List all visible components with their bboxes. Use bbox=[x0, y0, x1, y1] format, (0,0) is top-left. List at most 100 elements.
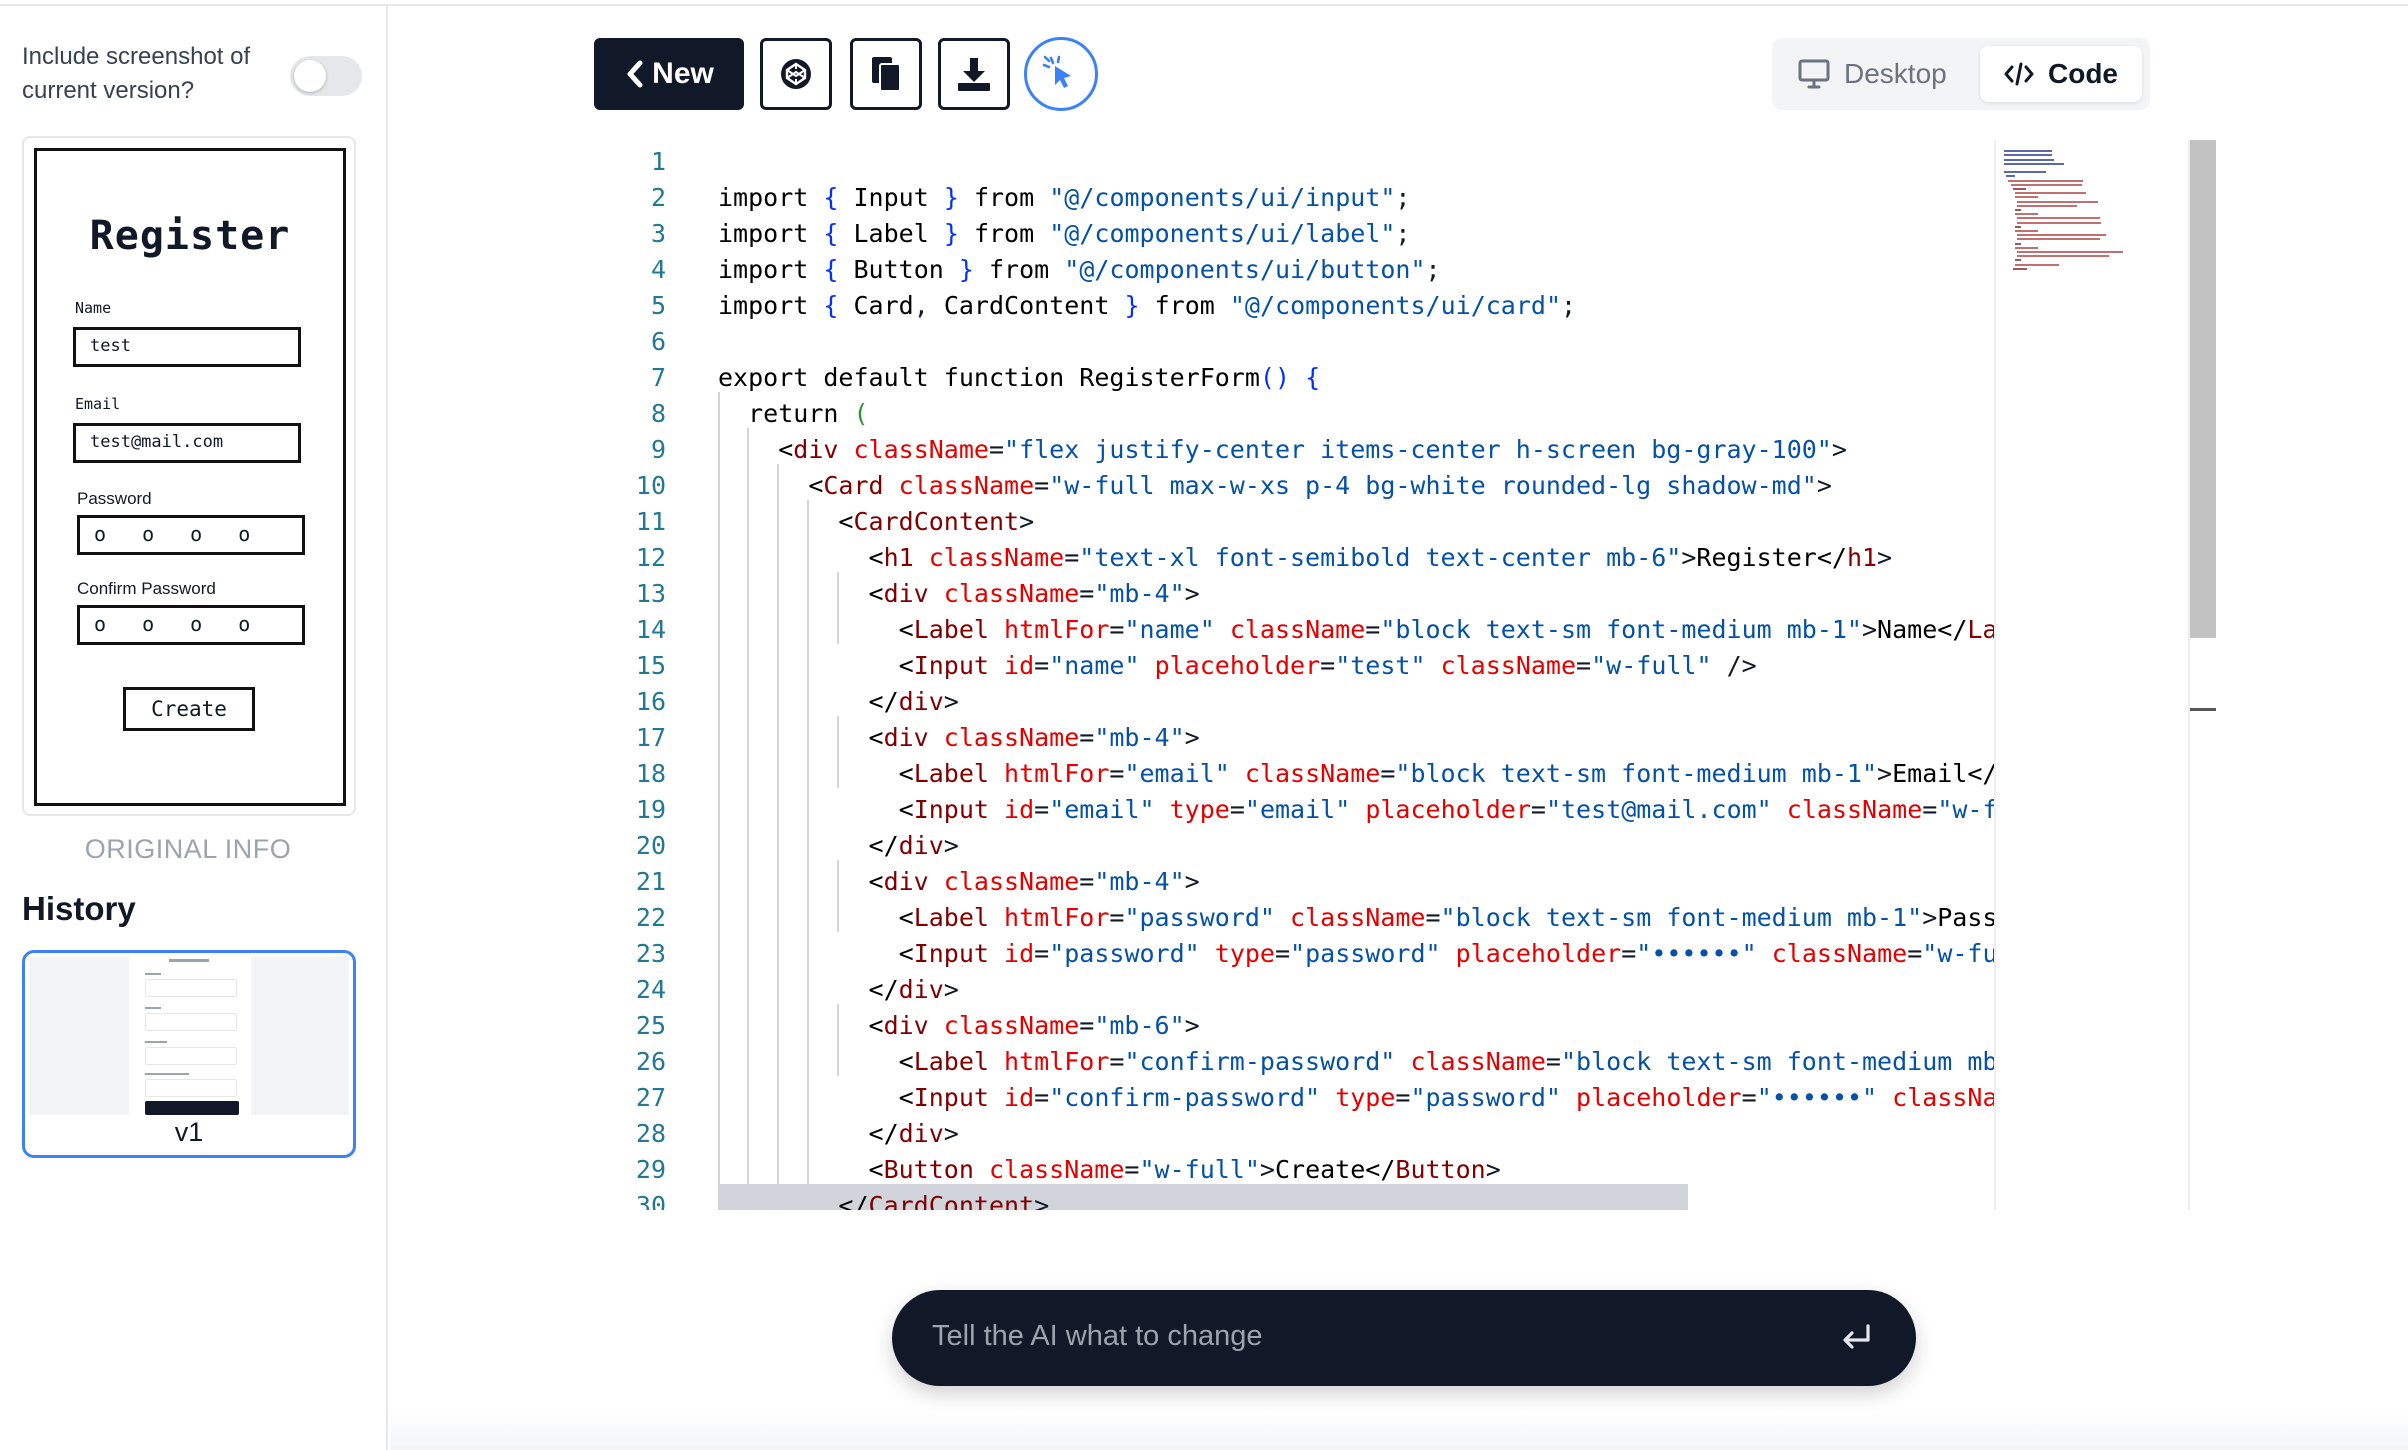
code-line[interactable]: 13 <div className="mb-4"> bbox=[594, 576, 1994, 612]
minimap-line bbox=[2015, 259, 2022, 262]
code-line[interactable]: 16 </div> bbox=[594, 684, 1994, 720]
new-button[interactable]: New bbox=[594, 38, 744, 110]
code-line[interactable]: 21 <div className="mb-4"> bbox=[594, 864, 1994, 900]
minimap-line bbox=[2017, 238, 2101, 241]
include-screenshot-label: Include screenshot of current version? bbox=[22, 43, 251, 104]
code-line[interactable]: 2 import { Input } from "@/components/ui/… bbox=[594, 180, 1994, 216]
line-number: 22 bbox=[635, 903, 666, 932]
line-code: <div className="mb-4"> bbox=[868, 867, 1200, 896]
include-screenshot-toggle[interactable] bbox=[290, 56, 362, 96]
line-number: 29 bbox=[635, 1155, 666, 1184]
copy-icon bbox=[872, 57, 901, 92]
line-number: 21 bbox=[635, 867, 666, 896]
code-view-tab[interactable]: Code bbox=[1980, 46, 2142, 102]
line-number: 3 bbox=[650, 219, 666, 248]
minimap-line bbox=[2015, 213, 2039, 216]
line-code: <div className="mb-4"> bbox=[868, 579, 1200, 608]
code-line[interactable]: 9 <div className="flex justify-center it… bbox=[594, 432, 1994, 468]
monitor-icon bbox=[1798, 59, 1830, 89]
line-number: 11 bbox=[635, 507, 666, 536]
original-preview-card[interactable]: Register Name test Email test@mail.com P… bbox=[22, 136, 356, 816]
desktop-view-tab[interactable]: Desktop bbox=[1798, 50, 1947, 98]
history-item-v1[interactable]: v1 bbox=[22, 950, 356, 1158]
code-line[interactable]: 27 <Input id="confirm-password" type="pa… bbox=[594, 1080, 1994, 1116]
code-line[interactable]: 23 <Input id="password" type="password" … bbox=[594, 936, 1994, 972]
minimap-line bbox=[2012, 188, 2027, 190]
line-code: <Card className="w-full max-w-xs p-4 bg-… bbox=[808, 471, 1832, 500]
new-button-label: New bbox=[652, 57, 714, 90]
line-number: 2 bbox=[650, 183, 666, 212]
line-number: 16 bbox=[635, 687, 666, 716]
line-code: <Label htmlFor="confirm-password" classN… bbox=[898, 1047, 1994, 1076]
minimap-line bbox=[2015, 225, 2022, 228]
code-line[interactable]: 7 export default function RegisterForm() … bbox=[594, 360, 1994, 396]
code-line[interactable]: 19 <Input id="email" type="email" placeh… bbox=[594, 792, 1994, 828]
code-line[interactable]: 11 <CardContent> bbox=[594, 504, 1994, 540]
minimap-line bbox=[2017, 234, 2107, 237]
line-code: <CardContent> bbox=[838, 507, 1035, 536]
minimap-line bbox=[2004, 158, 2055, 161]
copy-code-button[interactable] bbox=[850, 38, 922, 110]
code-line[interactable]: 1 bbox=[594, 144, 1994, 180]
minimap-line bbox=[2015, 209, 2022, 211]
code-line[interactable]: 20 </div> bbox=[594, 828, 1994, 864]
minimap-line bbox=[2017, 255, 2109, 258]
code-line[interactable]: 22 <Label htmlFor="password" className="… bbox=[594, 900, 1994, 936]
thumb-label-line bbox=[145, 1007, 161, 1009]
code-minimap[interactable] bbox=[1994, 140, 2190, 1210]
minimap-line bbox=[2017, 251, 2124, 253]
ai-prompt-input[interactable]: Tell the AI what to change bbox=[932, 1320, 1263, 1353]
minimap-line bbox=[2017, 221, 2102, 224]
vertical-scrollbar[interactable] bbox=[2188, 140, 2216, 1210]
minimap-line bbox=[2015, 196, 2039, 199]
code-line[interactable]: 17 <div className="mb-4"> bbox=[594, 720, 1994, 756]
code-line[interactable]: 12 <h1 className="text-xl font-semibold … bbox=[594, 540, 1994, 576]
line-code: return ( bbox=[748, 399, 869, 428]
cursor-click-icon bbox=[1042, 55, 1071, 88]
codepen-button[interactable] bbox=[760, 38, 832, 110]
code-line[interactable]: 10 <Card className="w-full max-w-xs p-4 … bbox=[594, 468, 1994, 504]
line-code: <Input id="confirm-password" type="passw… bbox=[898, 1083, 1994, 1112]
code-line[interactable]: 25 <div className="mb-6"> bbox=[594, 1008, 1994, 1044]
code-line[interactable]: 28 </div> bbox=[594, 1116, 1994, 1152]
line-code: <div className="mb-6"> bbox=[868, 1011, 1200, 1040]
sketch-create-button: Create bbox=[123, 687, 255, 731]
history-title: History bbox=[22, 890, 136, 927]
line-number: 28 bbox=[635, 1119, 666, 1148]
code-line[interactable]: 29 <Button className="w-full">Create</Bu… bbox=[594, 1152, 1994, 1188]
code-view-label: Code bbox=[2048, 58, 2118, 89]
line-number: 25 bbox=[635, 1011, 666, 1040]
minimap-line bbox=[2015, 263, 2060, 266]
scrollbar-thumb[interactable] bbox=[2190, 140, 2216, 638]
select-element-button[interactable] bbox=[1024, 37, 1098, 111]
code-line[interactable]: 30 </CardContent> bbox=[594, 1188, 1994, 1210]
code-line[interactable]: 6 bbox=[594, 324, 1994, 360]
enter-icon[interactable] bbox=[1838, 1320, 1874, 1356]
ai-prompt-bar[interactable]: Tell the AI what to change bbox=[892, 1290, 1916, 1386]
code-line[interactable]: 5 import { Card, CardContent } from "@/co… bbox=[594, 288, 1994, 324]
code-line[interactable]: 14 <Label htmlFor="name" className="bloc… bbox=[594, 612, 1994, 648]
minimap-line bbox=[2015, 246, 2039, 249]
code-line[interactable]: 18 <Label htmlFor="email" className="blo… bbox=[594, 756, 1994, 792]
line-number: 24 bbox=[635, 975, 666, 1004]
code-line[interactable]: 26 <Label htmlFor="confirm-password" cla… bbox=[594, 1044, 1994, 1080]
line-code: <Input id="email" type="email" placehold… bbox=[898, 795, 1994, 824]
code-line[interactable]: 3 import { Label } from "@/components/ui/… bbox=[594, 216, 1994, 252]
sketch-email-field: test@mail.com bbox=[73, 423, 301, 463]
code-line[interactable]: 4 import { Button } from "@/components/ui… bbox=[594, 252, 1994, 288]
sketch-confirm-label: Confirm Password bbox=[77, 579, 216, 598]
code-line[interactable]: 15 <Input id="name" placeholder="test" c… bbox=[594, 648, 1994, 684]
line-code: import { Label } from "@/components/ui/l… bbox=[718, 219, 1411, 248]
line-number: 19 bbox=[635, 795, 666, 824]
download-button[interactable] bbox=[938, 38, 1010, 110]
code-editor[interactable]: 1 2 import { Input } from "@/components/ui… bbox=[594, 140, 2216, 1210]
code-lines[interactable]: 1 2 import { Input } from "@/components/ui… bbox=[594, 140, 1994, 1210]
code-line[interactable]: 24 </div> bbox=[594, 972, 1994, 1008]
bottom-fade bbox=[390, 1410, 2408, 1450]
line-code: <Label htmlFor="email" className="block … bbox=[898, 759, 1994, 788]
code-line[interactable]: 8 return ( bbox=[594, 396, 1994, 432]
minimap-line bbox=[2015, 230, 2039, 232]
line-number: 10 bbox=[635, 471, 666, 500]
thumb-field bbox=[145, 979, 237, 997]
line-number: 1 bbox=[650, 147, 666, 176]
